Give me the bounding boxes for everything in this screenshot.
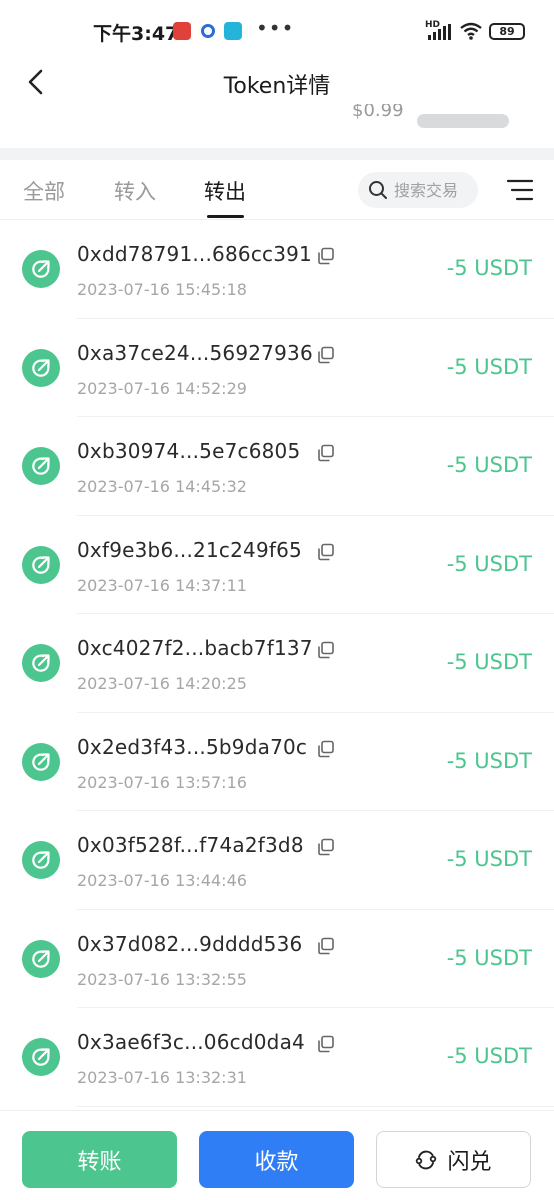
filter-icon[interactable]: [506, 178, 534, 202]
notification-app-icon: [173, 22, 191, 40]
transaction-hash: 0x37d082...9dddd536: [77, 931, 303, 956]
status-time: 下午3:47: [93, 23, 179, 45]
transaction-hash: 0xb30974...5e7c6805: [77, 439, 301, 463]
copy-icon[interactable]: [317, 740, 335, 758]
bottom-action-bar: 转账 收款 闪兑: [0, 1110, 554, 1200]
transaction-time: 2023-07-16 14:52:29: [77, 378, 247, 398]
tab-incoming[interactable]: 转入: [114, 176, 156, 206]
wifi-icon: [460, 22, 482, 40]
transaction-time: 2023-07-16 13:57:16: [77, 772, 247, 792]
transaction-tabs: 全部 转入 转出: [0, 160, 554, 220]
receive-button[interactable]: 收款: [199, 1131, 354, 1188]
transaction-amount: -5 USDT: [446, 748, 532, 773]
transaction-row[interactable]: 0x37d082...9dddd536 2023-07-16 13:32:55 …: [0, 910, 554, 1008]
transfer-button[interactable]: 转账: [22, 1131, 177, 1188]
more-notifications-icon: •••: [256, 16, 295, 40]
outgoing-transfer-icon: [22, 545, 60, 584]
transaction-time: 2023-07-16 13:32:31: [77, 1068, 247, 1087]
search-box[interactable]: [358, 172, 478, 208]
outgoing-transfer-icon: [22, 1038, 60, 1076]
swap-label: 闪兑: [447, 1149, 492, 1175]
transaction-hash: 0xf9e3b6...21c249f65: [77, 537, 302, 562]
outgoing-transfer-icon: [22, 644, 60, 682]
section-divider: [0, 148, 554, 160]
swap-button[interactable]: 闪兑: [376, 1131, 531, 1188]
transaction-amount: -5 USDT: [446, 551, 532, 576]
transaction-time: 2023-07-16 14:45:32: [77, 477, 247, 496]
transaction-time: 2023-07-16 14:20:25: [77, 674, 247, 693]
transaction-time: 2023-07-16 15:45:18: [77, 280, 247, 299]
nav-bar: Token详情: [0, 60, 554, 104]
balance-value: $0.99: [352, 104, 404, 121]
transaction-amount: -5 USDT: [446, 256, 532, 280]
active-tab-indicator: [207, 215, 244, 218]
copy-icon[interactable]: [317, 641, 335, 659]
copy-icon[interactable]: [317, 543, 335, 561]
transaction-row[interactable]: 0xc4027f2...bacb7f137 2023-07-16 14:20:2…: [0, 614, 554, 713]
transaction-hash: 0x2ed3f43...5b9da70c: [77, 734, 308, 759]
tab-outgoing[interactable]: 转出: [204, 176, 246, 206]
transaction-hash: 0xdd78791...686cc391: [77, 242, 312, 266]
swap-icon: [416, 1150, 437, 1169]
status-bar: 下午3:47 ••• HD 89: [0, 0, 554, 60]
copy-icon[interactable]: [317, 1035, 335, 1053]
transaction-amount: -5 USDT: [446, 453, 532, 477]
outgoing-transfer-icon: [22, 939, 60, 978]
row-divider: [77, 1105, 554, 1107]
transaction-row[interactable]: 0x03f528f...f74a2f3d8 2023-07-16 13:44:4…: [0, 811, 554, 910]
transaction-hash: 0x3ae6f3c...06cd0da4: [77, 1030, 305, 1054]
transaction-time: 2023-07-16 13:44:46: [77, 871, 247, 890]
outgoing-transfer-icon: [22, 348, 60, 387]
transaction-row[interactable]: 0x3ae6f3c...06cd0da4 2023-07-16 13:32:31…: [0, 1008, 554, 1107]
copy-icon[interactable]: [317, 346, 335, 364]
copy-icon[interactable]: [317, 247, 335, 265]
transaction-row[interactable]: 0xb30974...5e7c6805 2023-07-16 14:45:32 …: [0, 417, 554, 516]
transaction-hash: 0x03f528f...f74a2f3d8: [77, 833, 304, 857]
search-input[interactable]: [394, 172, 476, 208]
page-title: Token详情: [223, 74, 331, 99]
transaction-amount: -5 USDT: [446, 945, 532, 970]
notification-app-icon: [224, 22, 242, 40]
transaction-hash: 0xc4027f2...bacb7f137: [77, 636, 313, 660]
transaction-amount: -5 USDT: [446, 1044, 532, 1068]
transaction-row[interactable]: 0xdd78791...686cc391 2023-07-16 15:45:18…: [0, 220, 554, 319]
outgoing-transfer-icon: [22, 250, 60, 288]
balance-placeholder-bar: [417, 114, 509, 128]
transaction-list: 0xdd78791...686cc391 2023-07-16 15:45:18…: [0, 220, 554, 1110]
search-icon: [369, 181, 387, 199]
transaction-amount: -5 USDT: [446, 847, 532, 871]
transaction-hash: 0xa37ce24...56927936: [77, 340, 313, 365]
transaction-amount: -5 USDT: [446, 650, 532, 674]
battery-icon: 89: [489, 23, 525, 40]
signal-icon: [428, 24, 454, 40]
transaction-time: 2023-07-16 13:32:55: [77, 969, 247, 989]
copy-icon[interactable]: [317, 838, 335, 856]
outgoing-transfer-icon: [22, 841, 60, 879]
transaction-amount: -5 USDT: [446, 354, 532, 379]
copy-icon[interactable]: [317, 937, 335, 955]
transaction-row[interactable]: 0x2ed3f43...5b9da70c 2023-07-16 13:57:16…: [0, 713, 554, 811]
notification-app-icon: [201, 24, 215, 38]
transaction-row[interactable]: 0xf9e3b6...21c249f65 2023-07-16 14:37:11…: [0, 516, 554, 614]
outgoing-transfer-icon: [22, 742, 60, 781]
outgoing-transfer-icon: [22, 447, 60, 485]
balance-row: $0.99: [0, 104, 554, 148]
tab-all[interactable]: 全部: [23, 176, 65, 206]
copy-icon[interactable]: [317, 444, 335, 462]
transaction-row[interactable]: 0xa37ce24...56927936 2023-07-16 14:52:29…: [0, 319, 554, 417]
transaction-time: 2023-07-16 14:37:11: [77, 575, 247, 595]
